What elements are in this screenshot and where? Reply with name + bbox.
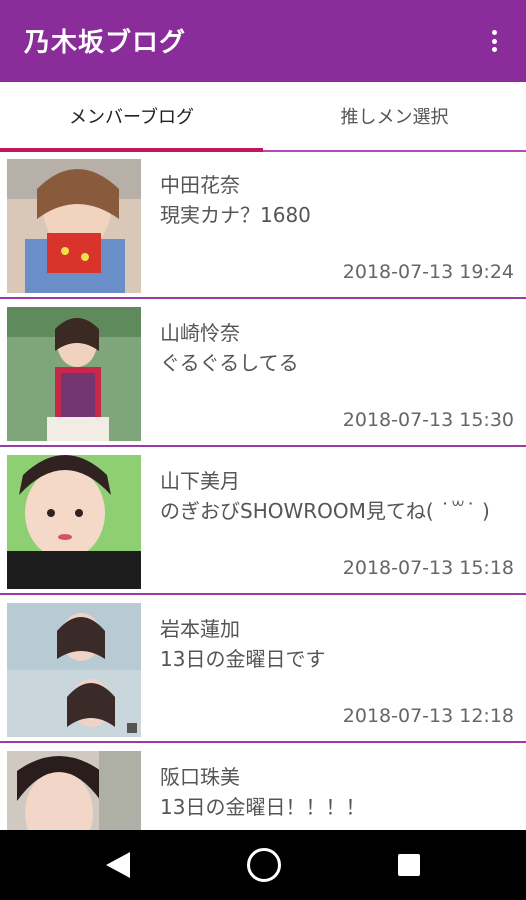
- recents-icon[interactable]: [398, 854, 420, 876]
- app-bar: 乃木坂ブログ: [0, 0, 526, 82]
- list-item[interactable]: 山崎怜奈 ぐるぐるしてる 2018-07-13 15:30: [0, 300, 526, 447]
- post-excerpt: 現実カナ？1680: [160, 203, 311, 227]
- tab-oshimen-select[interactable]: 推しメン選択: [263, 82, 526, 150]
- post-datetime: 2018-07-13 12:18: [342, 705, 514, 727]
- post-datetime: 2018-07-13 15:30: [342, 409, 514, 431]
- list-item[interactable]: 中田花奈 現実カナ？1680 2018-07-13 19:24: [0, 152, 526, 299]
- overflow-menu-icon[interactable]: [478, 24, 510, 58]
- member-photo: [7, 455, 141, 589]
- member-photo: [7, 159, 141, 293]
- post-datetime: 2018-07-13 19:24: [342, 261, 514, 283]
- app-title: 乃木坂ブログ: [24, 28, 187, 58]
- post-excerpt: のぎおびSHOWROOM見てね( ˙꒳˙ ): [160, 499, 490, 523]
- post-excerpt: 13日の金曜日です: [160, 647, 326, 671]
- tab-bar: メンバーブログ 推しメン選択: [0, 82, 526, 152]
- member-name: 山下美月: [160, 469, 240, 493]
- member-name: 岩本蓮加: [160, 617, 240, 641]
- list-item[interactable]: 山下美月 のぎおびSHOWROOM見てね( ˙꒳˙ ) 2018-07-13 1…: [0, 448, 526, 595]
- list-item[interactable]: 阪口珠美 13日の金曜日！！！！: [0, 744, 526, 830]
- member-name: 山崎怜奈: [160, 321, 240, 345]
- member-name: 阪口珠美: [160, 765, 240, 789]
- list-item[interactable]: 岩本蓮加 13日の金曜日です 2018-07-13 12:18: [0, 596, 526, 743]
- tab-member-blog[interactable]: メンバーブログ: [0, 82, 263, 150]
- system-navigation-bar: [0, 830, 526, 900]
- blog-post-list[interactable]: 中田花奈 現実カナ？1680 2018-07-13 19:24 山崎怜奈 ぐるぐ…: [0, 152, 526, 830]
- post-excerpt: 13日の金曜日！！！！: [160, 795, 366, 819]
- home-icon[interactable]: [247, 848, 281, 882]
- member-photo: [7, 603, 141, 737]
- back-icon[interactable]: [104, 850, 132, 880]
- post-datetime: 2018-07-13 15:18: [342, 557, 514, 579]
- member-photo: [7, 307, 141, 441]
- post-excerpt: ぐるぐるしてる: [160, 351, 299, 375]
- member-photo: [7, 751, 141, 830]
- member-name: 中田花奈: [160, 173, 240, 197]
